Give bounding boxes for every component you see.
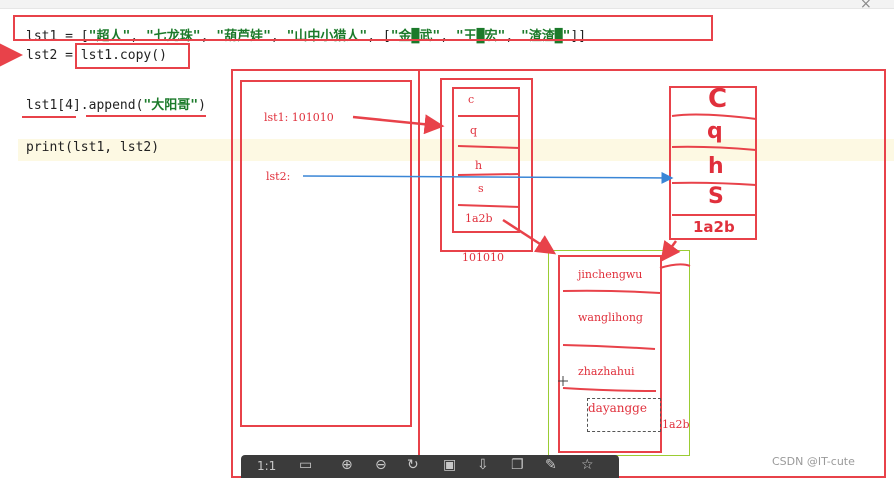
lst1-pointer-arrow — [352, 114, 445, 135]
zoom-ratio-label[interactable]: 1:1 — [257, 459, 276, 473]
zoom-out-icon[interactable]: ⊖ — [375, 457, 387, 473]
list2-divider — [671, 181, 757, 186]
inner-list-divider — [562, 344, 656, 350]
crosshair-cursor-icon — [558, 376, 568, 386]
copy-icon[interactable]: ❐ — [511, 457, 524, 473]
inner-list-divider — [562, 289, 661, 294]
annotation-strokes — [0, 43, 757, 392]
lst2-pointer-arrow — [302, 171, 674, 184]
save-icon[interactable]: ▣ — [443, 457, 456, 473]
list1-to-inner-arrow — [502, 218, 557, 255]
download-icon[interactable]: ⇩ — [477, 457, 489, 473]
list1-divider — [457, 145, 521, 149]
fit-screen-icon[interactable]: ▭ — [299, 457, 312, 473]
list1-divider — [457, 204, 521, 208]
watermark: CSDN @IT-cute — [772, 455, 855, 468]
list2-to-inner-arrow — [660, 239, 681, 263]
pin-icon[interactable]: ☆ — [581, 457, 594, 473]
edit-icon[interactable]: ✎ — [545, 457, 557, 473]
list1-divider — [457, 173, 521, 176]
rotate-icon[interactable]: ↻ — [407, 457, 419, 473]
zoom-in-icon[interactable]: ⊕ — [341, 457, 353, 473]
inner-list-scribble — [659, 263, 691, 269]
list2-divider — [671, 145, 757, 151]
list2-divider — [671, 113, 757, 120]
image-viewer-toolbar: 1:1 ▭ ⊕ ⊖ ↻ ▣ ⇩ ❐ ✎ ☆ — [241, 455, 619, 478]
inner-list-divider — [562, 387, 657, 392]
